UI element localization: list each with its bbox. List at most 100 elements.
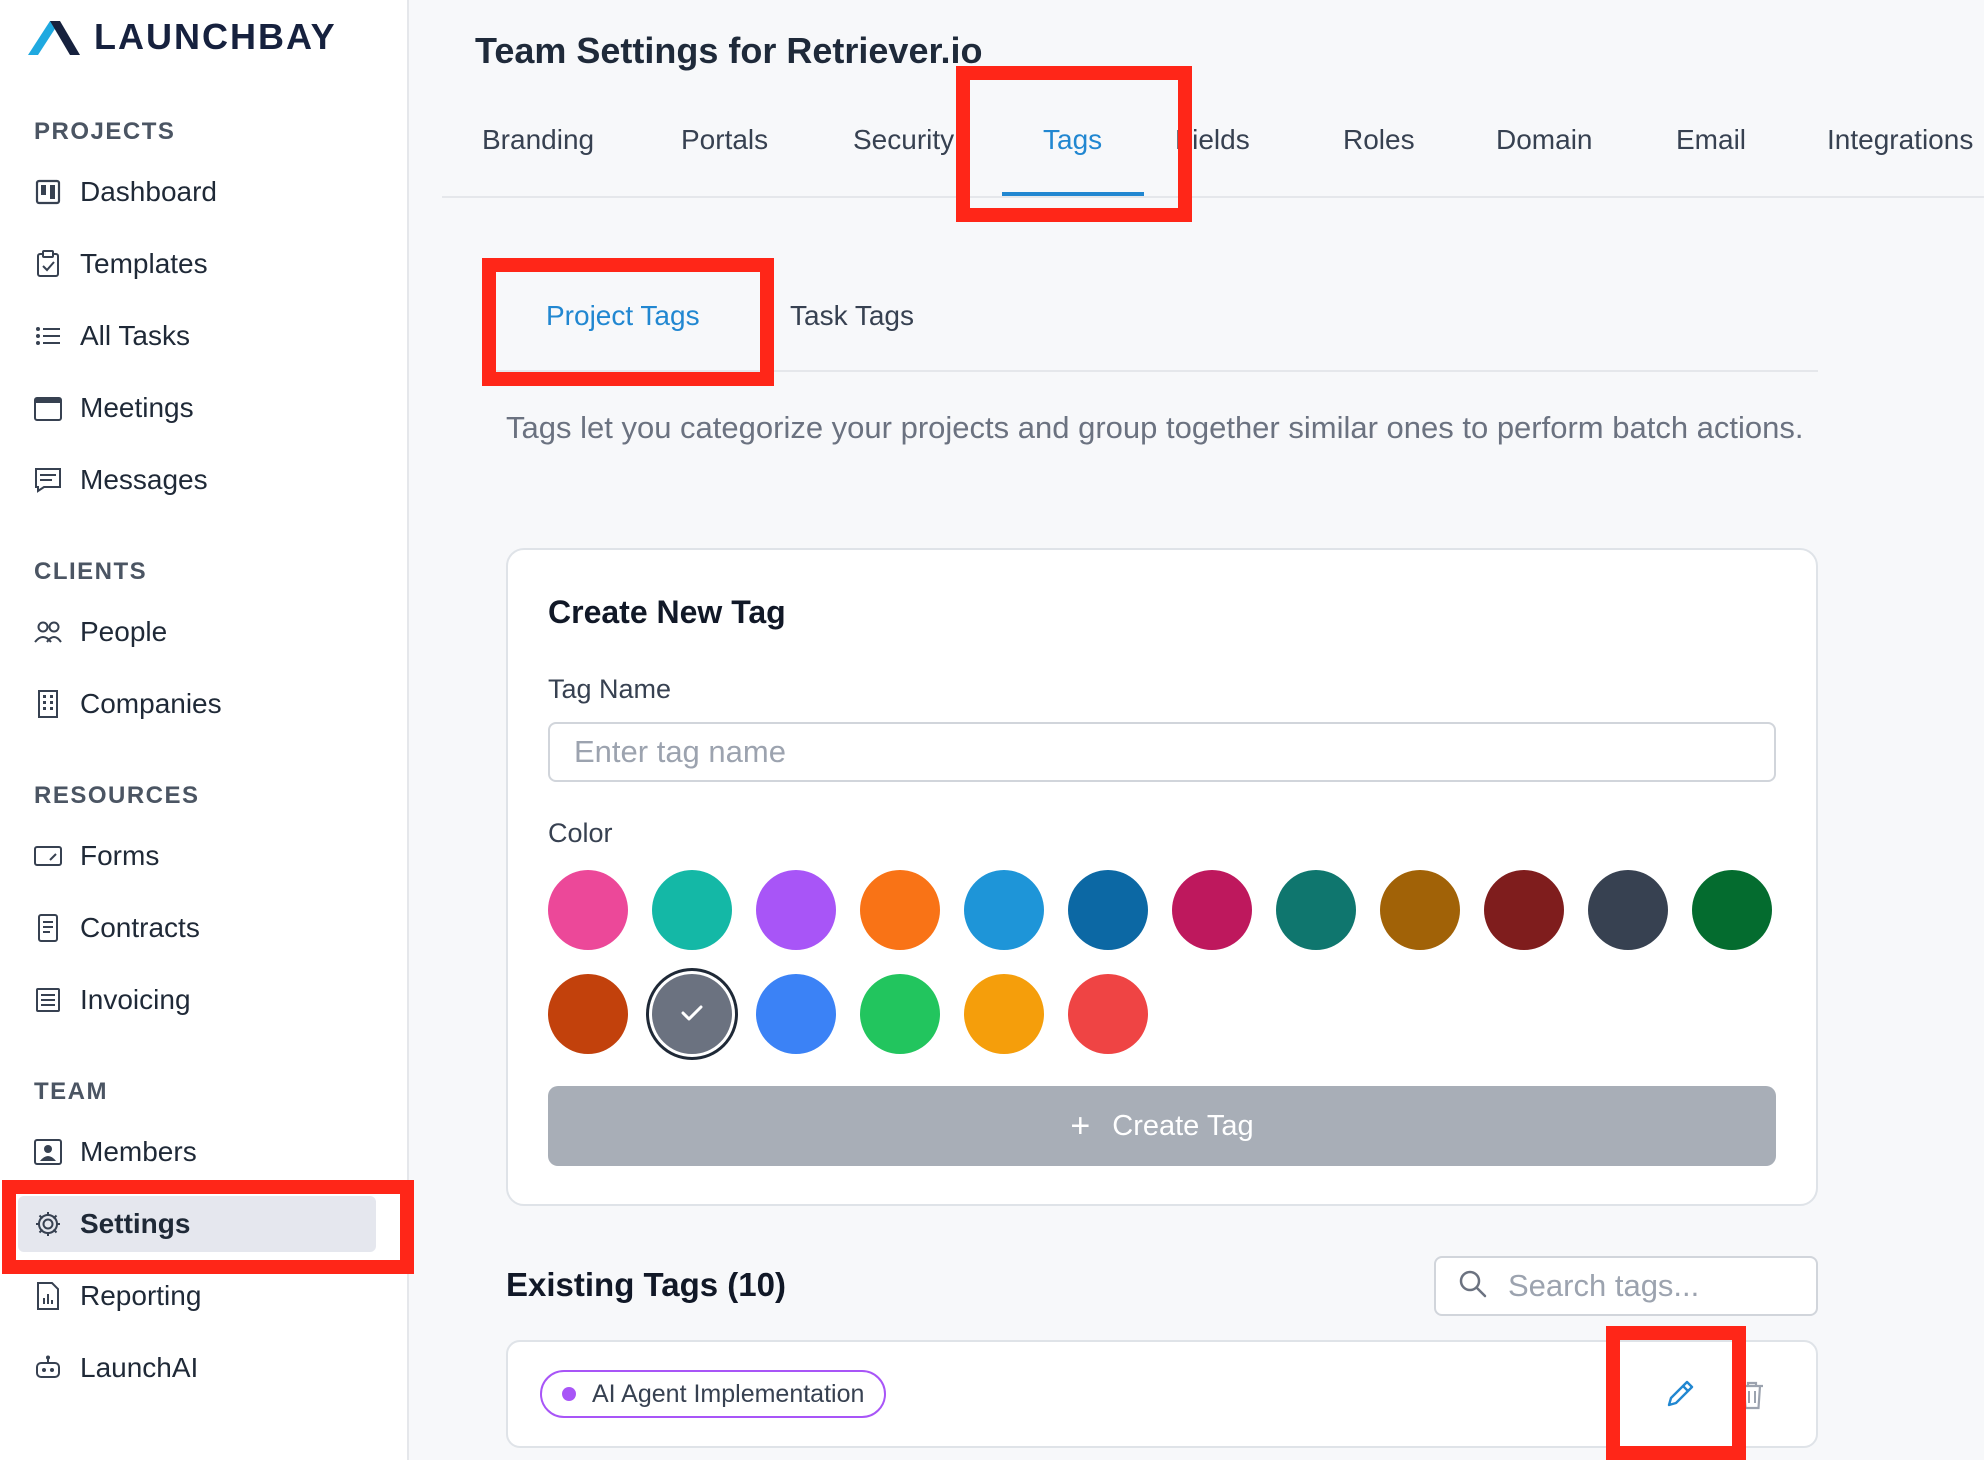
building-icon — [34, 690, 62, 718]
tab-portals[interactable]: Portals — [681, 124, 768, 156]
launchbay-logo-icon — [28, 21, 80, 55]
color-swatch[interactable] — [652, 974, 732, 1054]
sidebar-item-templates[interactable]: Templates — [34, 244, 208, 284]
section-resources: RESOURCES — [34, 782, 200, 809]
color-swatch[interactable] — [1380, 870, 1460, 950]
color-swatch[interactable] — [1068, 974, 1148, 1054]
search-tags-field[interactable] — [1434, 1256, 1818, 1316]
sidebar-item-messages[interactable]: Messages — [34, 460, 208, 500]
message-icon — [34, 466, 62, 494]
dashboard-icon — [34, 178, 62, 206]
sidebar-item-label: Meetings — [80, 392, 194, 423]
sidebar-item-label: Forms — [80, 840, 160, 871]
sidebar-item-launchai[interactable]: LaunchAI — [34, 1348, 198, 1388]
sidebar-item-label: All Tasks — [80, 320, 190, 351]
tab-fields[interactable]: Fields — [1175, 124, 1250, 156]
tag-name-label: Tag Name — [548, 674, 672, 704]
sidebar-item-settings[interactable]: Settings — [18, 1196, 376, 1252]
form-icon — [34, 842, 62, 870]
color-swatch[interactable] — [1692, 870, 1772, 950]
list-icon — [34, 322, 62, 350]
sidebar-item-label: Contracts — [80, 912, 200, 943]
tag-pill: AI Agent Implementation — [540, 1370, 887, 1418]
tab-domain[interactable]: Domain — [1496, 124, 1592, 156]
chart-icon — [34, 1282, 62, 1310]
edit-tag-button[interactable] — [1650, 1372, 1710, 1418]
color-swatch[interactable] — [1068, 870, 1148, 950]
color-swatch[interactable] — [1276, 870, 1356, 950]
subtab-project-tags[interactable]: Project Tags — [546, 300, 700, 332]
create-tag-button-label: Create Tag — [1112, 1109, 1254, 1142]
color-swatch[interactable] — [860, 870, 940, 950]
sidebar-item-members[interactable]: Members — [34, 1132, 197, 1172]
color-swatch[interactable] — [964, 974, 1044, 1054]
color-swatch[interactable] — [548, 870, 628, 950]
tag-pill-label: AI Agent Implementation — [592, 1379, 865, 1408]
tags-description: Tags let you categorize your projects an… — [506, 410, 1804, 445]
sidebar-item-people[interactable]: People — [34, 612, 167, 652]
section-clients: CLIENTS — [34, 558, 148, 585]
section-projects: PROJECTS — [34, 118, 176, 145]
tab-tags[interactable]: Tags — [1043, 124, 1102, 156]
subtab-task-tags[interactable]: Task Tags — [790, 300, 914, 332]
pencil-icon — [1663, 1377, 1697, 1414]
trash-icon — [1738, 1379, 1766, 1414]
brand-name: LAUNCHBAY — [94, 16, 337, 57]
clipboard-icon — [34, 250, 62, 278]
tag-name-input[interactable] — [548, 722, 1776, 782]
color-swatch[interactable] — [756, 974, 836, 1054]
member-icon — [34, 1138, 62, 1166]
create-tag-button[interactable]: + Create Tag — [548, 1086, 1776, 1166]
color-swatch[interactable] — [860, 974, 940, 1054]
color-swatch[interactable] — [964, 870, 1044, 950]
delete-tag-button[interactable] — [1730, 1374, 1774, 1418]
color-swatch[interactable] — [548, 974, 628, 1054]
color-swatch[interactable] — [756, 870, 836, 950]
color-swatch[interactable] — [652, 870, 732, 950]
sidebar-item-contracts[interactable]: Contracts — [34, 908, 200, 948]
calendar-icon — [34, 394, 62, 422]
sidebar-item-label: Settings — [80, 1208, 191, 1239]
sidebar-item-label: Dashboard — [80, 176, 217, 207]
tab-email[interactable]: Email — [1676, 124, 1746, 156]
sidebar-item-label: Messages — [80, 464, 208, 495]
page-title: Team Settings for Retriever.io — [475, 30, 983, 71]
search-tags-input[interactable] — [1508, 1268, 1808, 1304]
color-swatch[interactable] — [1172, 870, 1252, 950]
tab-integrations[interactable]: Integrations — [1827, 124, 1973, 156]
document-icon — [34, 914, 62, 942]
tab-security[interactable]: Security — [853, 124, 954, 156]
tab-branding[interactable]: Branding — [482, 124, 594, 156]
sidebar-item-label: LaunchAI — [80, 1352, 199, 1383]
check-icon — [677, 998, 707, 1031]
sidebar-item-label: Invoicing — [80, 984, 191, 1015]
tab-roles[interactable]: Roles — [1343, 124, 1415, 156]
tab-bar-divider — [442, 196, 1984, 198]
invoice-icon — [34, 986, 62, 1014]
sidebar-item-forms[interactable]: Forms — [34, 836, 159, 876]
sidebar-item-companies[interactable]: Companies — [34, 684, 222, 724]
sidebar-item-label: Companies — [80, 688, 222, 719]
gear-icon — [34, 1210, 62, 1238]
people-icon — [34, 618, 62, 646]
create-tag-title: Create New Tag — [548, 594, 786, 630]
tag-color-dot — [562, 1387, 576, 1401]
sidebar-item-meetings[interactable]: Meetings — [34, 388, 194, 428]
sidebar-item-reporting[interactable]: Reporting — [34, 1276, 201, 1316]
existing-tags-title: Existing Tags (10) — [506, 1266, 786, 1303]
sidebar-item-label: Templates — [80, 248, 208, 279]
sidebar-item-all-tasks[interactable]: All Tasks — [34, 316, 190, 356]
color-swatch[interactable] — [1588, 870, 1668, 950]
color-swatch[interactable] — [1484, 870, 1564, 950]
sidebar-item-invoicing[interactable]: Invoicing — [34, 980, 191, 1020]
sidebar-item-dashboard[interactable]: Dashboard — [34, 172, 217, 212]
sidebar-item-label: Members — [80, 1136, 197, 1167]
section-team: TEAM — [34, 1078, 108, 1105]
subtab-divider — [482, 370, 1818, 372]
sidebar-item-label: Reporting — [80, 1280, 202, 1311]
plus-icon: + — [1070, 1106, 1091, 1145]
launchbay-logo[interactable]: LAUNCHBAY — [26, 16, 337, 58]
sidebar-item-label: People — [80, 616, 168, 647]
search-icon — [1458, 1269, 1488, 1304]
sidebar: LAUNCHBAY PROJECTS Dashboard Templates A… — [0, 0, 409, 1460]
